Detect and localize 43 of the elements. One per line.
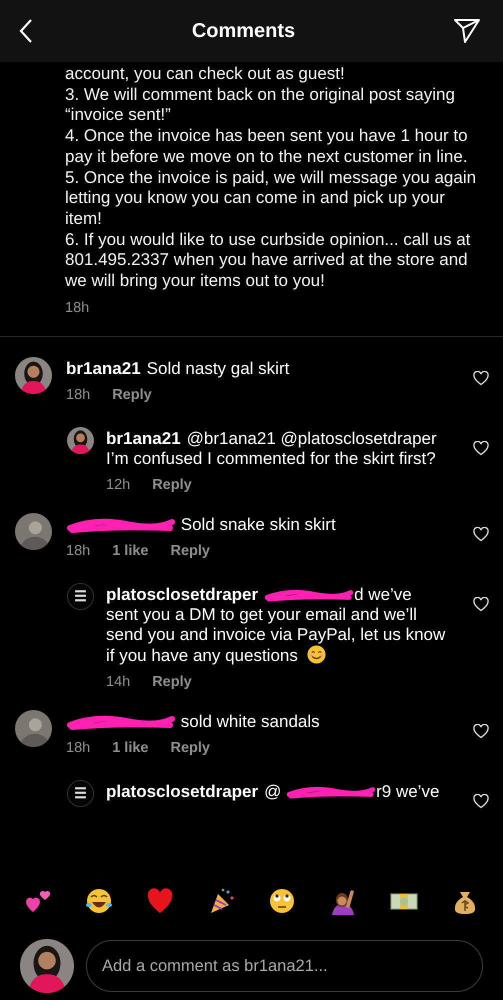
like-heart-icon[interactable] <box>473 440 489 456</box>
reply-link[interactable]: Reply <box>170 542 210 559</box>
avatar <box>20 939 74 993</box>
like-heart-icon[interactable] <box>473 526 489 542</box>
back-icon[interactable] <box>18 18 34 44</box>
avatar <box>67 426 94 454</box>
smile-emoji-icon <box>306 644 326 664</box>
like-heart-icon[interactable] <box>473 596 489 612</box>
comment-text: sold white sandals <box>66 712 445 732</box>
logo-avatar <box>67 582 94 610</box>
like-count: 1 like <box>112 542 148 559</box>
like-heart-icon[interactable] <box>473 794 489 809</box>
send-icon[interactable] <box>452 18 481 44</box>
comment-text: platosclosetdraper @ r9 we’ve <box>106 782 440 802</box>
comment-time: 18h <box>66 740 90 756</box>
reply-link[interactable]: Reply <box>170 740 210 756</box>
logo-avatar <box>67 780 94 807</box>
avatar <box>15 710 52 747</box>
joy-emoji-icon[interactable] <box>84 886 114 916</box>
caption-text: 5. Once the invoice is paid, we will message you again letting you know you can come in and pick up your item! <box>65 168 478 230</box>
avatar <box>15 356 52 394</box>
caption-text: account, you can check out as guest! <box>65 64 346 85</box>
caption-time: 18h <box>65 300 90 316</box>
page-title: Comments <box>192 20 296 42</box>
reply-link[interactable]: Reply <box>152 674 192 690</box>
comment-text: br1ana21 Sold nasty gal skirt <box>66 358 290 379</box>
avatar <box>15 512 52 550</box>
reply-link[interactable]: Reply <box>112 386 152 403</box>
reply-link[interactable]: Reply <box>152 476 192 493</box>
caption-text: 4. Once the invoice has been sent you have 1 hour to pay it before we move on to the next customer in line. <box>65 126 469 168</box>
caption-text: 6. If you would like to use curbside opinion... call us at 801.495.2337 when you have arrived at the store and we will bring your items out to you! <box>65 230 472 292</box>
comment-text: platosclosetdraper d we’ve sent you a DM to get your email and we’ll send you and invoice via PayPal, let us know if you have any questions <box>106 584 446 666</box>
comment-text: Sold snake skin skirt <box>66 514 445 535</box>
like-heart-icon[interactable] <box>473 724 489 739</box>
comment-time: 14h <box>106 674 130 690</box>
comment-input[interactable]: Add a comment as br1ana21... <box>86 940 483 992</box>
comment-time: 18h <box>66 386 90 403</box>
like-count: 1 like <box>112 740 148 756</box>
comment-time: 12h <box>106 476 130 493</box>
comment-text: br1ana21 @br1ana21 @platosclosetdraper I’m confused I commented for the skirt first? <box>106 428 438 469</box>
like-heart-icon[interactable] <box>473 370 489 386</box>
comment-time: 18h <box>66 542 90 559</box>
caption-text: 3. We will comment back on the original post saying “invoice sent!” <box>65 84 456 126</box>
